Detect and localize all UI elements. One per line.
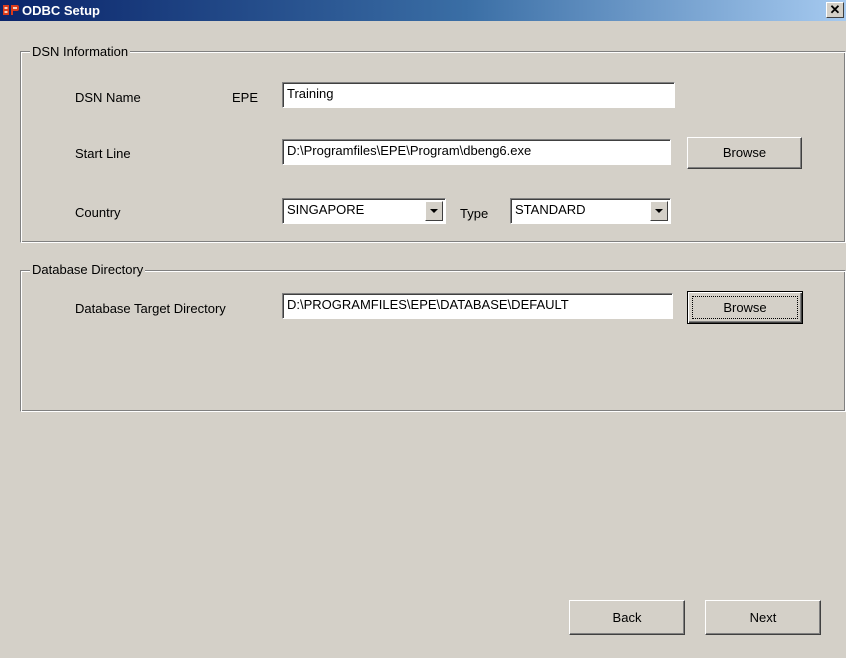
database-target-input[interactable]: D:\PROGRAMFILES\EPE\DATABASE\DEFAULT xyxy=(282,293,673,319)
close-button[interactable]: ✕ xyxy=(826,2,844,18)
back-label: Back xyxy=(612,610,642,625)
type-label: Type xyxy=(460,206,489,221)
database-target-label: Database Target Directory xyxy=(75,301,226,316)
country-label: Country xyxy=(75,205,121,220)
window-title: ODBC Setup xyxy=(22,3,100,18)
next-label: Next xyxy=(749,610,777,625)
odbc-setup-window: ODBC Setup ✕ DSN Information DSN Name EP… xyxy=(0,0,846,658)
database-directory-legend: Database Directory xyxy=(30,262,146,277)
dsn-prefix-label: EPE xyxy=(232,90,259,105)
chevron-down-icon[interactable] xyxy=(650,201,668,221)
dsn-information-legend: DSN Information xyxy=(30,44,131,59)
back-button[interactable]: Back xyxy=(569,600,685,635)
country-value: SINGAPORE xyxy=(287,202,365,217)
start-line-browse-button[interactable]: Browse xyxy=(687,137,802,169)
title-bar[interactable]: ODBC Setup ✕ xyxy=(0,0,846,21)
database-browse-button[interactable]: Browse xyxy=(687,291,803,324)
type-select[interactable]: STANDARD xyxy=(510,198,671,224)
epe-logo-icon xyxy=(3,5,19,15)
browse-label: Browse xyxy=(722,145,767,160)
start-line-input[interactable]: D:\Programfiles\EPE\Program\dbeng6.exe xyxy=(282,139,671,165)
start-line-label: Start Line xyxy=(75,146,131,161)
chevron-down-icon[interactable] xyxy=(425,201,443,221)
close-icon: ✕ xyxy=(829,2,841,17)
dsn-name-input[interactable]: Training xyxy=(282,82,675,108)
focus-rectangle xyxy=(692,296,798,319)
next-button[interactable]: Next xyxy=(705,600,821,635)
dsn-name-label: DSN Name xyxy=(75,90,141,105)
type-value: STANDARD xyxy=(515,202,586,217)
country-select[interactable]: SINGAPORE xyxy=(282,198,446,224)
